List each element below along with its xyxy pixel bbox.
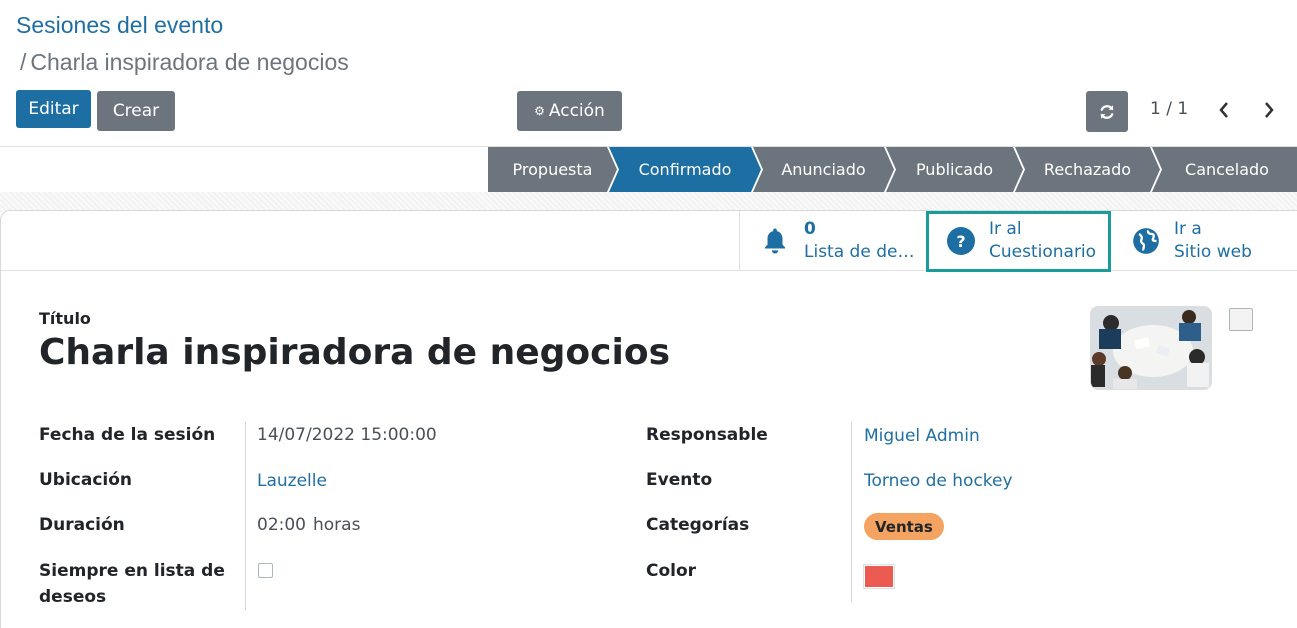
image-checkbox[interactable] (1229, 308, 1253, 331)
stage-rechazado[interactable]: Rechazado (1015, 147, 1160, 192)
question-circle-icon: ? (947, 227, 975, 255)
session-image[interactable] (1090, 306, 1212, 390)
breadcrumb-separator: / (20, 49, 27, 75)
duration-unit: horas (313, 515, 361, 535)
action-button[interactable]: ⚙ Acción (517, 91, 622, 131)
pager-value[interactable]: 1 / 1 (1150, 99, 1188, 119)
action-button-label: Acción (548, 101, 605, 121)
responsible-link[interactable]: Miguel Admin (864, 423, 980, 449)
always-wishlist-checkbox[interactable] (258, 563, 273, 578)
wishlist-count: 0 (804, 219, 816, 239)
event-link[interactable]: Torneo de hockey (864, 468, 1013, 494)
stage-confirmado[interactable]: Confirmado (609, 147, 761, 192)
sheet-background (0, 192, 1297, 212)
left-column-divider (245, 422, 246, 610)
session-date-label: Fecha de la sesión (39, 425, 216, 445)
statusbar: Propuesta Confirmado Anunciado Publicado… (488, 147, 1297, 192)
record-title[interactable]: Charla inspiradora de negocios (39, 332, 670, 373)
stage-anunciado[interactable]: Anunciado (753, 147, 894, 192)
quiz-smart-button[interactable]: ? Ir al Cuestionario (927, 211, 1112, 271)
stage-propuesta[interactable]: Propuesta (488, 147, 617, 192)
stage-publicado[interactable]: Publicado (886, 147, 1023, 192)
refresh-button[interactable] (1086, 91, 1128, 132)
gear-icon: ⚙ (534, 104, 545, 118)
location-label: Ubicación (39, 470, 133, 490)
session-date-value[interactable]: 14/07/2022 15:00:00 (257, 422, 437, 448)
quiz-label-line1: Ir al (989, 219, 1022, 239)
duration-value[interactable]: 02:00 (257, 512, 306, 538)
color-swatch[interactable] (863, 564, 895, 589)
breadcrumb-current: / Charla inspiradora de negocios (20, 49, 349, 76)
website-label-line1: Ir a (1174, 219, 1202, 239)
event-label: Evento (646, 470, 713, 490)
stage-cancelado[interactable]: Cancelado (1152, 147, 1297, 192)
quiz-label-line2: Cuestionario (989, 242, 1097, 262)
edit-button[interactable]: Editar (16, 90, 91, 128)
button-box: 0 Lista de de… ? Ir al Cuestionario Ir a… (739, 211, 1252, 271)
meeting-photo-image (1091, 307, 1211, 389)
title-field-label: Título (39, 309, 91, 328)
color-label: Color (646, 561, 697, 581)
always-wishlist-label: Siempre en lista de deseos (39, 561, 225, 607)
breadcrumb-current-label: Charla inspiradora de negocios (30, 49, 349, 75)
bell-icon (765, 228, 785, 254)
pager-previous-button[interactable] (1214, 96, 1234, 124)
website-label-line2: Sitio web (1174, 242, 1252, 262)
location-link[interactable]: Lauzelle (257, 468, 327, 494)
right-column-divider (851, 422, 852, 602)
duration-label: Duración (39, 515, 125, 535)
website-smart-button[interactable]: Ir a Sitio web (1112, 211, 1252, 271)
globe-icon (1133, 228, 1159, 254)
chevron-right-icon (1265, 102, 1274, 118)
create-button[interactable]: Crear (97, 91, 175, 131)
breadcrumb-parent[interactable]: Sesiones del evento (16, 12, 223, 39)
wishlist-label: Lista de de… (804, 242, 915, 262)
responsible-label: Responsable (646, 425, 768, 445)
wishlist-smart-button[interactable]: 0 Lista de de… (740, 211, 927, 271)
refresh-icon (1100, 104, 1114, 119)
categories-label: Categorías (646, 515, 750, 535)
category-tag[interactable]: Ventas (864, 513, 944, 540)
chevron-left-icon (1219, 102, 1228, 118)
pager-next-button[interactable] (1259, 96, 1279, 124)
